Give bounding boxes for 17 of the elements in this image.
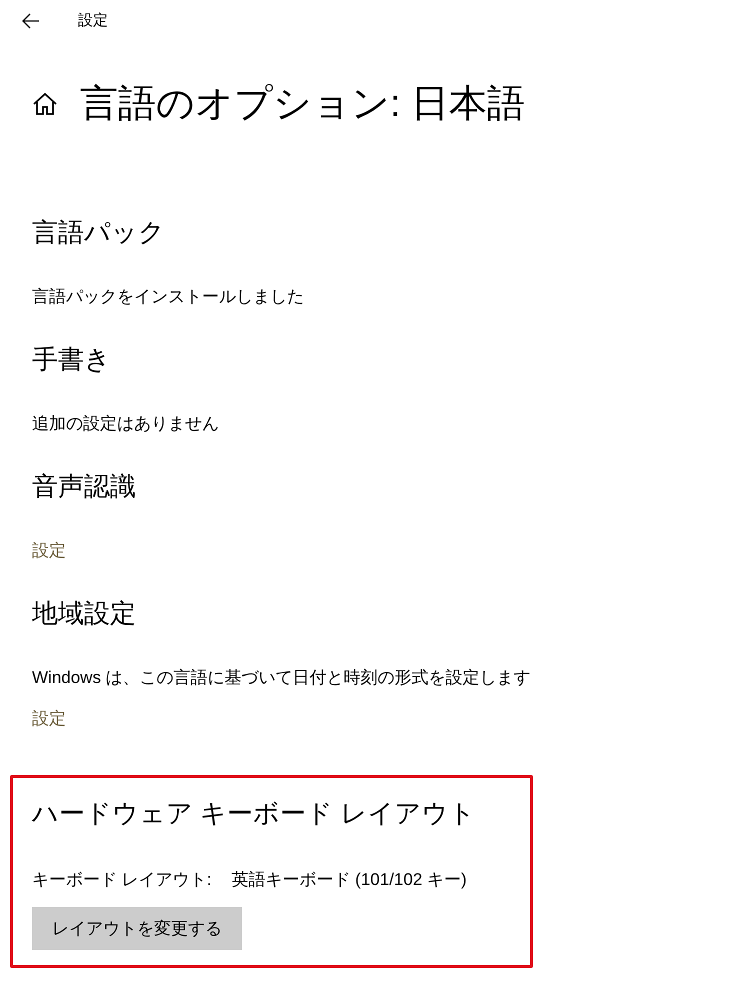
back-arrow-icon[interactable]	[22, 13, 40, 29]
section-heading: 言語パック	[32, 216, 166, 249]
section-heading: 音声認識	[32, 470, 137, 503]
app-title: 設定	[78, 10, 108, 31]
description-text: 言語パックをインストールしました	[32, 287, 304, 306]
change-layout-button[interactable]: レイアウトを変更する	[32, 907, 242, 950]
section-heading: 手書き	[32, 343, 112, 376]
home-icon[interactable]	[32, 92, 58, 116]
description-text: 追加の設定はありません	[32, 414, 219, 433]
field-value: 英語キーボード (101/102 キー)	[231, 869, 467, 891]
settings-link[interactable]: 設定	[32, 541, 66, 560]
field-label: キーボード レイアウト:	[32, 869, 212, 891]
description-text: Windows は、この言語に基づいて日付と時刻の形式を設定します	[32, 668, 531, 687]
settings-link[interactable]: 設定	[32, 709, 66, 728]
section-heading: 地域設定	[32, 597, 137, 630]
section-heading: ハードウェア キーボード レイアウト	[32, 797, 476, 830]
page-title: 言語のオプション: 日本語	[80, 82, 526, 126]
